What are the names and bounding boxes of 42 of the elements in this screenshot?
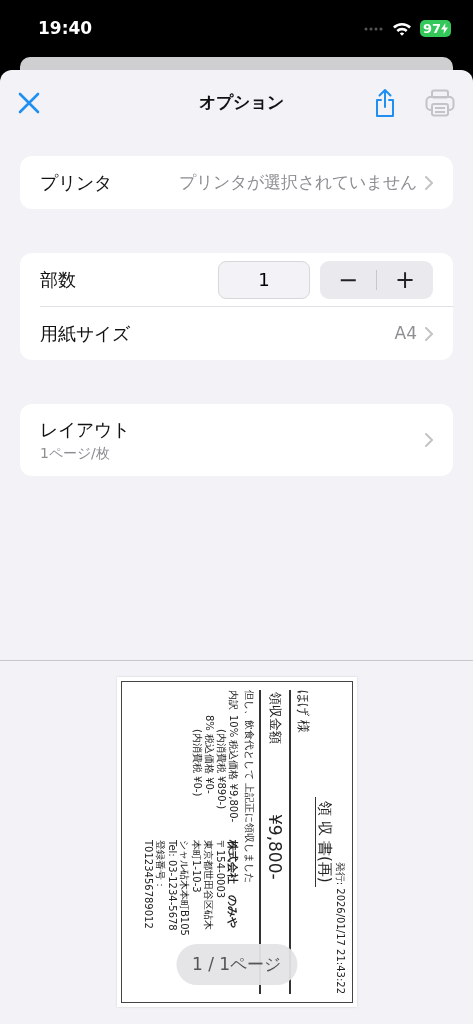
breakdown-label: 内訳 xyxy=(226,690,239,710)
chevron-icon xyxy=(425,326,433,341)
registration-number: 登録番号：T0123456789012 xyxy=(141,840,166,931)
addressee: ほげ 様 xyxy=(295,690,311,734)
sheet-title: オプション xyxy=(198,91,285,115)
row-label: レイアウト xyxy=(40,418,130,442)
paper-size-row[interactable]: 用紙サイズ A4 xyxy=(20,307,453,360)
issue-date: 発行: 2026/01/17 21:43:22 xyxy=(333,861,346,994)
decrement-button[interactable]: − xyxy=(320,260,376,299)
layout-row[interactable]: レイアウト 1ページ/枚 xyxy=(20,404,453,476)
wifi-icon xyxy=(391,21,412,36)
breakdown-line: (内消費税 ¥0-) xyxy=(190,728,203,799)
breakdown-line: (内消費税 ¥890-) xyxy=(214,728,227,812)
chevron-icon xyxy=(425,433,433,447)
breakdown-line: 8% 税込価格 ¥0- xyxy=(202,715,215,796)
row-label: 部数 xyxy=(40,268,76,292)
receipt-title: 領 収 書(再) xyxy=(314,797,334,887)
address-line: シャル砧木本町B105 xyxy=(177,840,190,936)
chevron-icon xyxy=(425,175,433,190)
charging-bolt-icon xyxy=(441,23,448,34)
row-label: プリンタ xyxy=(40,171,112,195)
amount-value: ¥9,800- xyxy=(264,814,285,880)
company-name: 株式会社 のみや xyxy=(225,840,239,928)
breakdown-line: 10% 税込価格 ¥9,800- xyxy=(226,715,239,823)
receipt-note: 但し、飲食代として 上記正に領収しました xyxy=(243,690,255,884)
close-button[interactable] xyxy=(18,92,40,114)
phone-number: Tel: 03-1234-5678 xyxy=(165,840,178,931)
printer-row[interactable]: プリンタ プリンタが選択されていません xyxy=(20,156,453,209)
battery-indicator: 97 xyxy=(419,20,451,37)
share-button[interactable] xyxy=(373,88,397,118)
postal-code: 〒154-0003 xyxy=(214,840,226,899)
amount-label: 領収金額 xyxy=(266,692,283,744)
address-line: 東京都世田谷区砧木本町1-10-3 xyxy=(189,840,214,932)
row-label: 用紙サイズ xyxy=(40,322,130,346)
row-detail: 1ページ/枚 xyxy=(40,444,111,463)
row-value: A4 xyxy=(394,321,417,345)
cellular-signal-icon xyxy=(363,26,384,31)
page-indicator: 1 / 1ページ xyxy=(175,943,298,985)
row-value: プリンタが選択されていません xyxy=(179,170,417,194)
status-time: 19:40 xyxy=(38,16,93,40)
increment-button[interactable]: + xyxy=(377,260,433,299)
copies-field[interactable]: 1 xyxy=(218,260,310,299)
